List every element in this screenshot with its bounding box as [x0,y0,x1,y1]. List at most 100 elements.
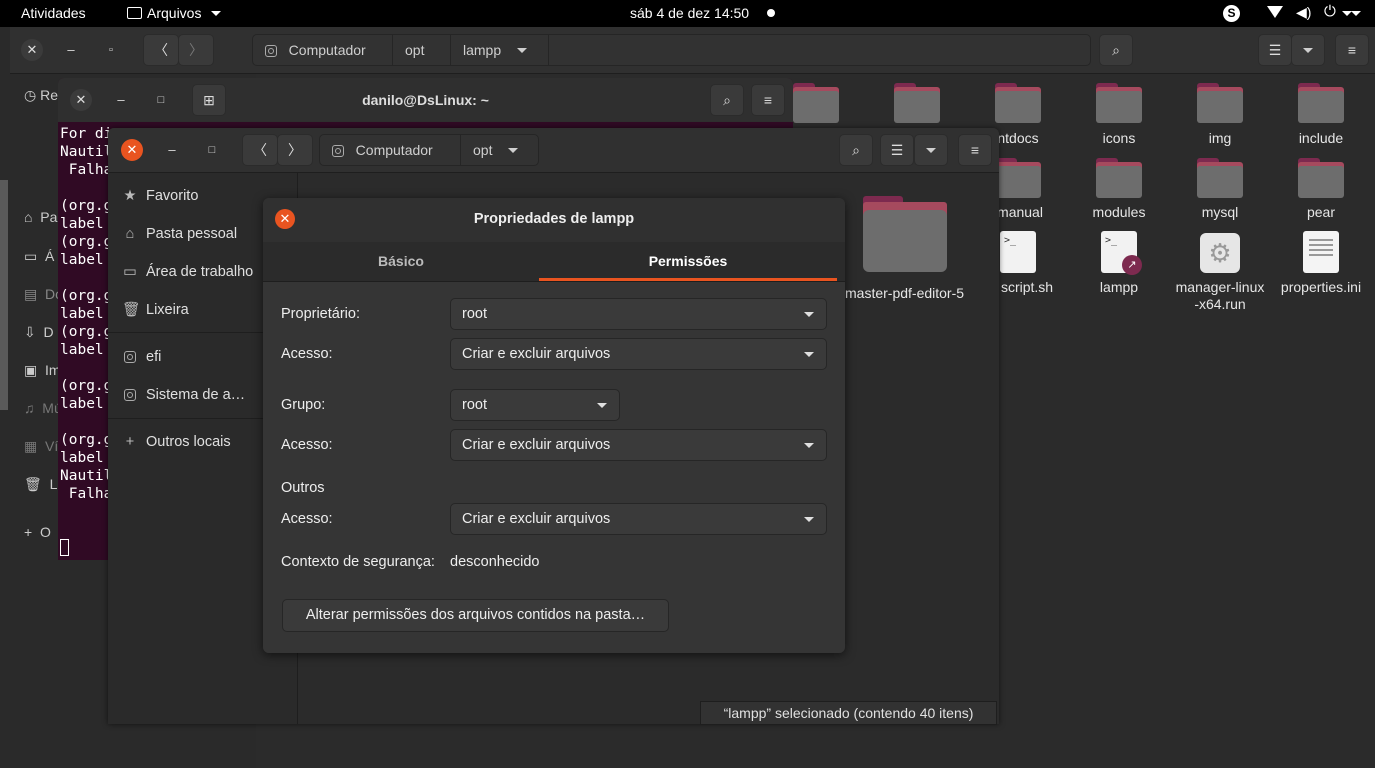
menu-button[interactable]: ≡ [751,84,785,116]
sidebar-item-label: Pasta pessoal [146,226,238,242]
tab-basico[interactable]: Básico [263,242,539,281]
sidebar-item-other[interactable]: + O [24,524,51,540]
skype-icon[interactable]: S [1223,5,1240,22]
maximize-button[interactable]: ▫ [100,39,122,61]
search-button[interactable]: ⌕ [1099,34,1133,66]
chevron-down-icon [508,148,519,153]
path-label: Computador [355,142,433,158]
path-segment-computador[interactable]: Computador [320,135,461,165]
view-options-button[interactable] [914,134,948,166]
chevron-down-icon [804,443,814,448]
main-menu-button[interactable]: ≡ [1335,34,1369,66]
clock[interactable]: sáb 4 de dez 14:50 [630,5,749,21]
sidebar-item-home[interactable]: ⌂ Pa [24,209,57,225]
script-file-icon[interactable]: >_ [1000,231,1036,273]
top-bar: Atividades Arquivos sáb 4 de dez 14:50 S… [0,0,1375,27]
system-menu-chevron-icon[interactable] [1351,11,1361,16]
sidebar-item-desktop[interactable]: ▭ Á [24,248,54,265]
chevron-down-icon [926,148,936,153]
chevron-left-icon: 〈 [154,42,168,58]
drive-icon [122,376,138,414]
video-icon: ▦ [24,438,38,454]
tab-permissoes[interactable]: Permissões [539,242,837,281]
tab-label: Básico [378,253,424,269]
file-label: pear [1306,204,1336,220]
sidebar-item-trash[interactable]: 🗑 Li [24,476,60,493]
tab-label: Permissões [648,253,728,269]
trash-icon: 🗑 [122,302,141,318]
app-menu-label: Arquivos [147,5,202,21]
opt-headerbar: ✕ – □ 〈 〉 Computador opt ⌕ ☰ ≡ [108,128,999,173]
security-context-label: Contexto de segurança: [281,554,435,570]
app-menu[interactable]: Arquivos [127,5,222,21]
search-icon: ⌕ [723,92,731,108]
sidebar-item-recent[interactable]: ◷ Re [24,87,58,104]
drive-icon [332,145,344,157]
search-icon: ⌕ [852,142,860,158]
path-segment-computador[interactable]: Computador [253,35,393,65]
scrollbar[interactable] [0,180,8,410]
minimize-button[interactable]: – [161,139,183,161]
text-file-icon[interactable] [1303,231,1339,273]
group-select[interactable]: root [450,389,620,421]
others-access-label: Acesso: [281,511,333,527]
folder-icon[interactable] [863,196,947,272]
file-label: properties.ini [1280,279,1362,295]
folder-icon[interactable] [1197,83,1243,123]
main-menu-button[interactable]: ≡ [958,134,992,166]
activities-button[interactable]: Atividades [21,5,86,21]
search-button[interactable]: ⌕ [839,134,873,166]
path-label: lampp [463,42,502,58]
wifi-icon[interactable] [1267,6,1283,18]
close-button[interactable]: ✕ [121,139,143,161]
folder-icon[interactable] [894,83,940,123]
search-button[interactable]: ⌕ [710,84,744,116]
minimize-button[interactable]: – [60,39,82,61]
status-bar: “lampp” selecionado (contendo 40 itens) [700,701,997,725]
path-label: opt [405,42,425,58]
change-contents-permissions-button[interactable]: Alterar permissões dos arquivos contidos… [282,599,669,632]
list-view-icon: ☰ [1268,42,1282,58]
symlink-arrow-icon: ↗ [1122,255,1142,275]
sidebar-item-label: Lixeira [146,302,189,318]
power-icon[interactable]: ⏻ [1324,3,1336,20]
forward-button[interactable]: 〉 [178,34,214,66]
group-label: Grupo: [281,397,326,413]
folder-icon[interactable] [1096,83,1142,123]
back-button[interactable]: 〈 [242,134,278,166]
music-icon: ♫ [24,400,35,416]
owner-select[interactable]: root [450,298,827,330]
view-options-button[interactable] [1291,34,1325,66]
volume-icon[interactable]: ◀) [1296,4,1311,21]
sidebar-item-label: Favorito [146,188,199,204]
forward-button[interactable]: 〉 [277,134,313,166]
sidebar-item-label: Á [45,248,55,264]
folder-icon[interactable] [1298,158,1344,198]
folder-icon[interactable] [1197,158,1243,198]
others-access-select[interactable]: Criar e excluir arquivos [450,503,827,535]
properties-dialog: ✕ Propriedades de lampp Básico Permissõe… [263,198,845,653]
view-list-button[interactable]: ☰ [880,134,914,166]
back-button[interactable]: 〈 [143,34,179,66]
maximize-button[interactable]: □ [201,139,223,161]
path-segment-opt[interactable]: opt [393,35,451,65]
folder-icon[interactable] [995,158,1041,198]
chevron-right-icon: 〉 [288,142,302,158]
owner-access-select[interactable]: Criar e excluir arquivos [450,338,827,370]
chevron-down-icon [804,312,814,317]
path-segment-lampp[interactable]: lampp [451,35,549,65]
path-segment-opt[interactable]: opt [461,135,538,165]
sidebar-item-downloads[interactable]: ⇩ D [24,324,54,341]
document-icon: ▤ [24,286,38,302]
gear-icon[interactable]: ⚙ [1200,233,1240,273]
sidebar-item-images[interactable]: ▣ Im [24,362,61,379]
close-button[interactable]: ✕ [21,39,43,61]
group-access-select[interactable]: Criar e excluir arquivos [450,429,827,461]
folder-icon[interactable] [1298,83,1344,123]
folder-icon[interactable] [793,83,839,123]
folder-icon[interactable] [1096,158,1142,198]
folder-icon[interactable] [995,83,1041,123]
owner-access-value: Criar e excluir arquivos [462,346,611,362]
chevron-down-icon [804,517,814,522]
view-list-button[interactable]: ☰ [1258,34,1292,66]
